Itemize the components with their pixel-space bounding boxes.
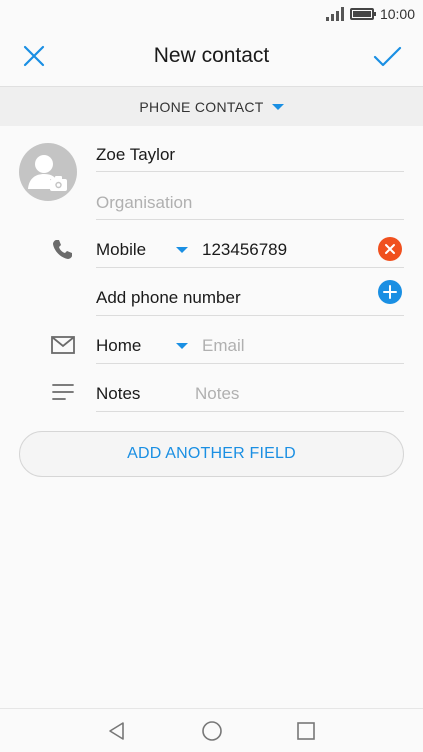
home-button[interactable]	[200, 719, 224, 743]
notes-input[interactable]: Notes	[195, 384, 239, 404]
add-photo-button[interactable]	[19, 143, 77, 201]
contact-photo-icon	[28, 155, 67, 191]
notes-label: Notes	[96, 384, 141, 403]
phone-type-select[interactable]: Mobile	[96, 230, 196, 268]
save-button[interactable]	[371, 40, 403, 72]
chevron-down-icon	[176, 247, 188, 253]
email-input[interactable]: Email	[202, 336, 245, 356]
add-another-field-button[interactable]: ADD ANOTHER FIELD	[19, 431, 404, 477]
email-type-label: Home	[96, 336, 142, 355]
remove-phone-button[interactable]	[378, 237, 402, 261]
phone-type-label: Mobile	[96, 240, 147, 259]
checkmark-icon	[373, 46, 402, 67]
notes-row: Notes Notes	[96, 374, 404, 412]
recent-apps-square-icon	[297, 722, 315, 740]
system-navigation-bar	[0, 708, 423, 752]
recent-apps-button[interactable]	[294, 719, 318, 743]
phone-row: Mobile 123456789	[96, 230, 404, 268]
account-selector[interactable]: PHONE CONTACT	[0, 86, 423, 126]
chevron-down-icon	[176, 343, 188, 349]
signal-icon	[325, 7, 344, 21]
name-field[interactable]: Zoe Taylor	[96, 136, 404, 172]
organisation-field[interactable]: Organisation	[96, 184, 404, 220]
status-icons: 10:00	[325, 6, 415, 22]
account-label: PHONE CONTACT	[139, 98, 264, 115]
page-title: New contact	[153, 44, 270, 67]
add-icon	[378, 280, 402, 304]
phone-icon	[50, 236, 76, 262]
name-value: Zoe Taylor	[96, 145, 176, 164]
notes-icon	[50, 380, 76, 406]
add-phone-button[interactable]	[378, 280, 402, 304]
add-phone-row[interactable]: Add phone number	[96, 278, 404, 316]
app-toolbar: New contact	[0, 30, 423, 86]
battery-icon	[349, 8, 376, 20]
status-time: 10:00	[379, 6, 415, 22]
remove-icon	[378, 237, 402, 261]
chevron-down-icon	[271, 103, 284, 110]
back-triangle-icon	[109, 722, 124, 740]
email-row: Home Email	[96, 326, 404, 364]
status-bar: 10:00	[0, 0, 423, 30]
email-icon	[50, 332, 76, 358]
home-circle-icon	[202, 721, 222, 741]
add-phone-label: Add phone number	[96, 288, 241, 307]
organisation-placeholder: Organisation	[96, 193, 193, 212]
email-type-select[interactable]: Home	[96, 326, 196, 364]
back-button[interactable]	[105, 719, 129, 743]
phone-number-input[interactable]: 123456789	[202, 240, 287, 260]
